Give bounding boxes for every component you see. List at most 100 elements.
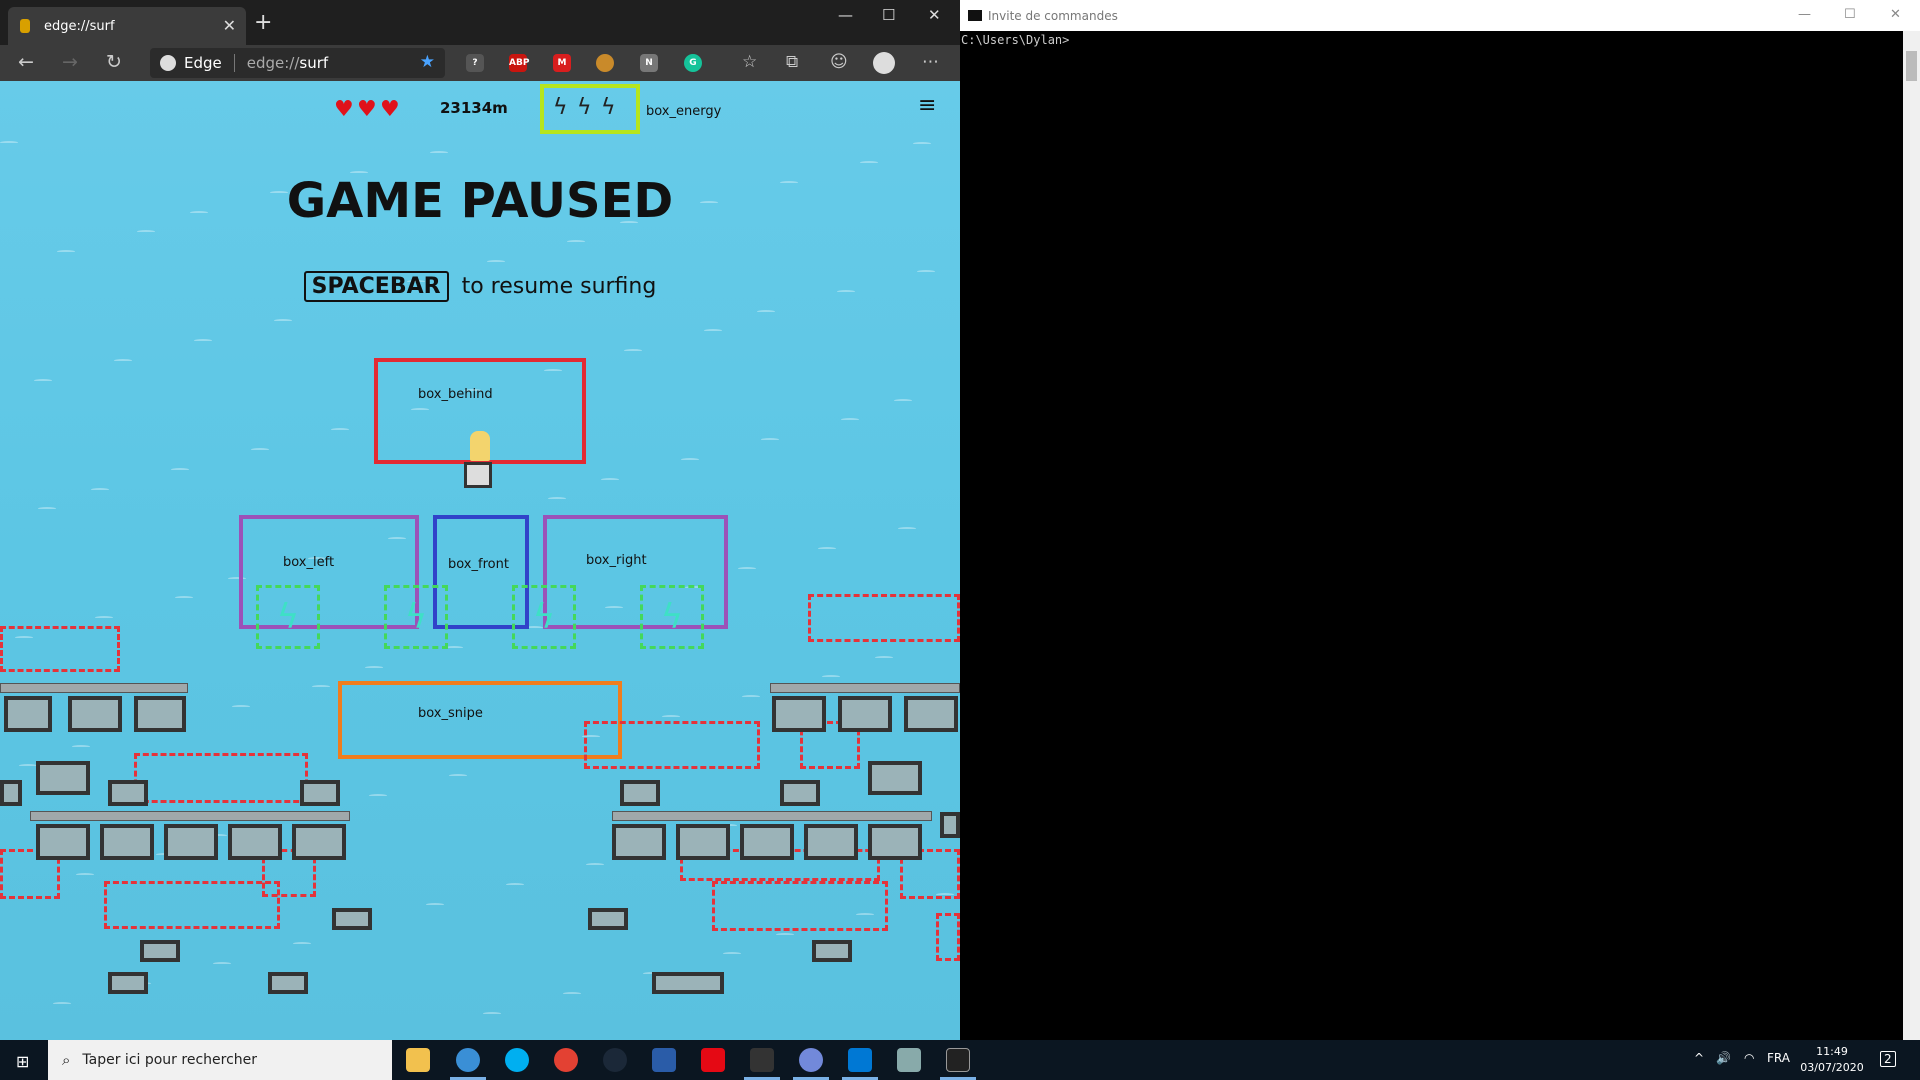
dock-block <box>140 940 180 962</box>
browser-name: Edge <box>184 54 222 72</box>
close-window-icon[interactable]: ✕ <box>928 6 941 24</box>
bolt-icon: ϟ <box>601 95 616 120</box>
dock-block <box>36 824 90 860</box>
app-icon[interactable] <box>750 1048 774 1072</box>
box-behind-label: box_behind <box>418 387 493 402</box>
collections-icon[interactable]: ⧉ <box>786 52 798 72</box>
dock-block <box>812 940 852 962</box>
edge-beta-icon[interactable] <box>456 1048 480 1072</box>
discord-icon[interactable] <box>799 1048 823 1072</box>
wave <box>194 339 212 342</box>
console-scrollbar[interactable] <box>1903 31 1920 1040</box>
refresh-icon[interactable]: ↻ <box>106 51 122 73</box>
grammarly-extension-icon[interactable]: G <box>684 54 702 72</box>
wave <box>586 863 604 866</box>
wave <box>293 942 311 945</box>
close-tab-icon[interactable]: ✕ <box>223 16 236 35</box>
game-paused-title: GAME PAUSED <box>286 173 674 229</box>
maximize-icon[interactable]: ☐ <box>1844 7 1856 22</box>
box-right-label: box_right <box>586 553 647 568</box>
wave <box>913 142 931 145</box>
dock-block <box>772 696 826 732</box>
dock-block <box>228 824 282 860</box>
console-output[interactable]: C:\Users\Dylan> <box>960 31 1903 1040</box>
more-icon[interactable]: ⋯ <box>922 52 939 72</box>
minimize-icon[interactable]: — <box>838 6 853 24</box>
wave <box>34 379 52 382</box>
back-icon[interactable]: ← <box>18 51 34 73</box>
browser-window: edge://surf ✕ + — ☐ ✕ ← → ↻ Edge edge://… <box>0 0 960 1040</box>
chrome-icon[interactable] <box>554 1048 578 1072</box>
n-extension-icon[interactable]: N <box>640 54 658 72</box>
favorite-star-icon[interactable]: ★ <box>420 52 435 72</box>
dock-block <box>652 972 724 994</box>
tray-chevron-icon[interactable]: ^ <box>1694 1051 1704 1065</box>
dock-block <box>940 812 960 838</box>
wave <box>681 458 699 461</box>
wave <box>860 161 878 164</box>
dock-block <box>868 824 922 860</box>
maximize-icon[interactable]: ☐ <box>882 6 895 24</box>
wave <box>137 230 155 233</box>
m-extension-icon[interactable]: M <box>553 54 571 72</box>
search-placeholder: Taper ici pour rechercher <box>82 1052 258 1068</box>
dock-block <box>268 972 308 994</box>
wave <box>331 428 349 431</box>
address-bar[interactable]: Edge edge:// surf ★ <box>150 48 445 78</box>
profile-avatar-icon[interactable] <box>873 52 895 74</box>
dock-block <box>780 780 820 806</box>
energy-bolt-icon: ϟ <box>532 597 556 637</box>
close-window-icon[interactable]: ✕ <box>1890 7 1901 22</box>
wave <box>757 310 775 313</box>
dock-block <box>108 780 148 806</box>
wifi-icon[interactable]: ◠ <box>1744 1051 1754 1065</box>
notifications-icon[interactable]: 2 <box>1880 1051 1896 1067</box>
dock-block <box>904 696 958 732</box>
netflix-icon[interactable] <box>701 1048 725 1072</box>
wave <box>898 527 916 530</box>
new-tab-button[interactable]: + <box>254 10 272 35</box>
volume-icon[interactable]: 🔊 <box>1716 1051 1731 1065</box>
wave <box>875 656 893 659</box>
vscode-icon[interactable] <box>848 1048 872 1072</box>
tracker-extension-icon[interactable]: ? <box>466 54 484 72</box>
feedback-icon[interactable]: ☺ <box>830 52 848 72</box>
language-indicator[interactable]: FRA <box>1767 1051 1790 1065</box>
energy-bolt-icon: ϟ <box>660 597 684 637</box>
surfer-character <box>470 431 490 461</box>
dock-block <box>868 761 922 795</box>
dock-block <box>100 824 154 860</box>
skype-icon[interactable] <box>505 1048 529 1072</box>
wave <box>426 903 444 906</box>
steam-icon[interactable] <box>603 1048 627 1072</box>
scroll-thumb[interactable] <box>1906 51 1917 81</box>
wave <box>723 952 741 955</box>
wave <box>624 349 642 352</box>
resume-text: to resume surfing <box>461 274 657 299</box>
obstacle-hitbox <box>936 913 960 961</box>
favorites-icon[interactable]: ☆ <box>742 52 757 72</box>
wave <box>704 329 722 332</box>
wave <box>487 260 505 263</box>
minimize-icon[interactable]: — <box>1798 7 1811 22</box>
terminal-icon[interactable] <box>946 1048 970 1072</box>
obstacle-hitbox <box>712 881 888 931</box>
app-icon[interactable] <box>897 1048 921 1072</box>
wave <box>53 1002 71 1005</box>
hamburger-menu-icon[interactable]: ≡ <box>918 93 936 118</box>
clock[interactable]: 11:49 03/07/2020 <box>1800 1044 1864 1076</box>
tab-surf[interactable]: edge://surf ✕ <box>8 7 246 45</box>
wave <box>506 883 524 886</box>
surf-game-canvas[interactable]: ♥ ♥ ♥ 23134m ϟ ϟ ϟ box_energy ≡ GAME PAU… <box>0 81 960 1040</box>
app-icon[interactable] <box>652 1048 676 1072</box>
forward-icon[interactable]: → <box>62 51 78 73</box>
console-prompt: C:\Users\Dylan> <box>961 33 1070 47</box>
abp-extension-icon[interactable]: ABP <box>509 54 529 72</box>
taskbar-search[interactable]: ⌕ Taper ici pour rechercher <box>48 1040 392 1080</box>
wave <box>601 478 619 481</box>
cookie-extension-icon[interactable] <box>596 54 614 72</box>
command-prompt-window: Invite de commandes — ☐ ✕ C:\Users\Dylan… <box>960 0 1920 1040</box>
windows-start-icon[interactable]: ⊞ <box>16 1052 32 1071</box>
file-explorer-icon[interactable] <box>406 1048 430 1072</box>
surf-favicon-icon <box>20 19 30 33</box>
